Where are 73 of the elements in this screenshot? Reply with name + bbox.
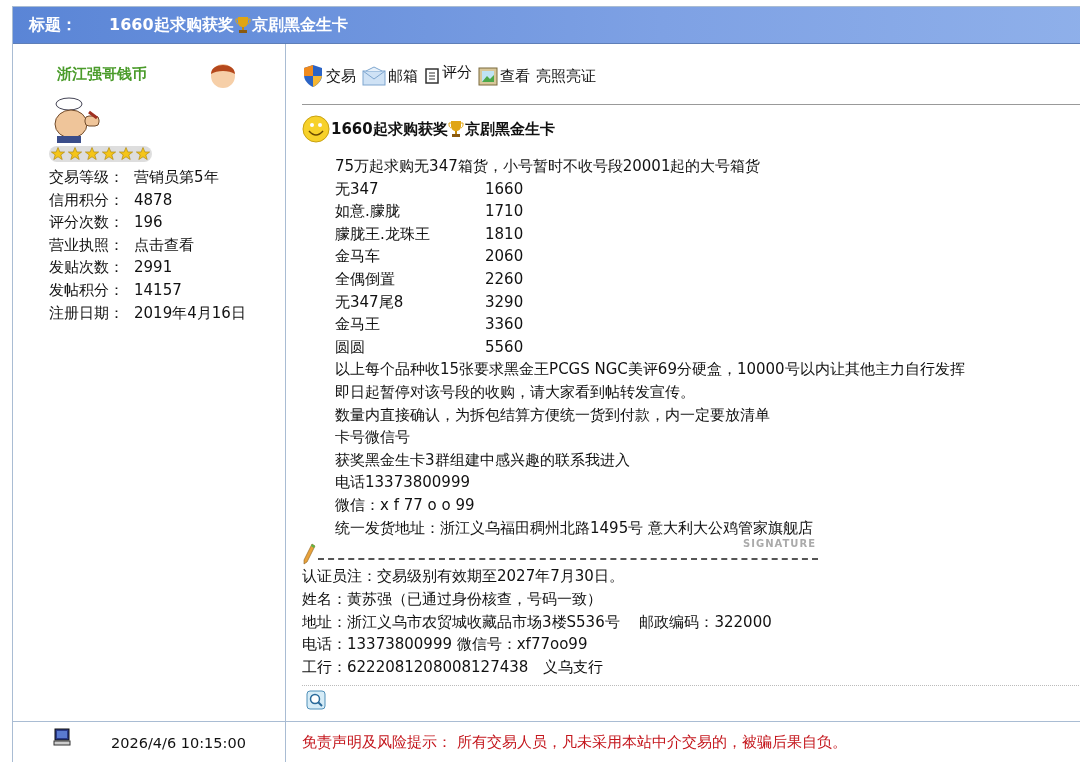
toolbar-link[interactable]: 评分 [424, 66, 472, 86]
item-name: 金马车 [335, 246, 381, 268]
item-price: 3360 [485, 314, 524, 336]
item-price: 1660 [485, 178, 524, 200]
certification-text: 姓名：黄苏强（已通过身份核查，号码一致） [302, 588, 603, 610]
item-name: 如意.朦胧 [335, 201, 401, 223]
post-title: 京剧黑金生卡 [251, 14, 348, 36]
stat-label: 发帖积分： [49, 279, 125, 301]
title-label: 标题： [29, 14, 78, 36]
toolbar-text: 亮照亮证 [536, 66, 596, 86]
stat-label: 评分次数： [49, 212, 125, 234]
certification-text: 电话：13373800999 微信号：xf77oo99 [302, 634, 589, 656]
smiley-icon [302, 115, 330, 143]
post-text: 以上每个品种收15张要求黑金王PCGS NGC美评69分硬盒，10000号以内让其他主力自行发挥 [335, 359, 966, 381]
envelope-icon [362, 66, 386, 86]
item-name: 无347尾8 [335, 291, 405, 313]
star-icon [118, 146, 134, 162]
computer-icon [53, 727, 71, 746]
post-text: 即日起暂停对该号段的收购，请大家看到帖转发宣传。 [335, 381, 696, 403]
stat-value: 营销员第5年 [134, 167, 219, 188]
item-price: 1710 [485, 201, 524, 223]
item-name: 全偶倒置 [335, 268, 396, 290]
toolbar-link[interactable]: 交易 [302, 64, 356, 88]
stat-value: 2991 [134, 257, 173, 279]
stat-value: 4878 [134, 189, 173, 211]
toolbar-link[interactable]: 邮箱 [362, 66, 418, 86]
stat-value: 14157 [134, 279, 182, 301]
disclaimer-text: 免责声明及风险提示： 所有交易人员，凡未采用本站中介交易的，被骗后果自负。 [302, 733, 847, 752]
certification-text: 工行：6222081208008127438 义乌支行 [302, 657, 605, 679]
post-text: 获奖黑金生卡3群组建中感兴趣的联系我进入 [335, 449, 631, 471]
post-text: 电话13373800999 [335, 472, 471, 494]
post-title: 1660起求购获奖 [109, 14, 234, 36]
item-name: 朦胧王.龙珠王 [335, 223, 431, 245]
star-icon [101, 146, 117, 162]
star-icon [67, 146, 83, 162]
stat-value: 2019年4月16日 [134, 302, 246, 324]
item-name: 圆圆 [335, 336, 366, 358]
trophy-icon [447, 120, 464, 138]
toolbar-link[interactable]: 查看 [478, 66, 530, 86]
post-text: 微信：x f 77 o o 99 [335, 494, 476, 516]
post-text: 卡号微信号 [335, 427, 411, 449]
stat-label: 交易等级： [49, 167, 125, 188]
picture-icon [478, 66, 498, 86]
post-text: 统一发货地址：浙江义乌福田稠州北路1495号 意大利大公鸡管家旗舰店 [335, 517, 814, 539]
item-price: 5560 [485, 336, 524, 358]
signature-label: SIGNATURE [743, 538, 816, 550]
pencil-icon [302, 543, 316, 566]
star-icon [50, 146, 66, 162]
stat-label: 营业执照： [49, 234, 125, 256]
certification-text: 认证员注：交易级别有效期至2027年7月30日。 [302, 566, 625, 588]
post-timestamp: 2026/4/6 10:15:00 [111, 734, 246, 751]
post-heading: 京剧黑金生卡 [464, 119, 555, 139]
star-icon [84, 146, 100, 162]
star-icon [135, 146, 151, 162]
document-icon [424, 67, 440, 85]
item-name: 金马王 [335, 314, 381, 336]
stat-label: 发贴次数： [49, 257, 125, 279]
item-price: 1810 [485, 223, 524, 245]
zoom-icon[interactable] [306, 690, 326, 711]
shield-icon [302, 64, 324, 88]
stat-value: 196 [134, 212, 163, 234]
post-text: 75万起求购无347箱货，小号暂时不收号段20001起的大号箱货 [335, 156, 762, 177]
trophy-icon [234, 16, 251, 34]
post-heading: 1660起求购获奖 [331, 119, 448, 139]
item-price: 2060 [485, 246, 524, 268]
stat-label: 信用积分： [49, 189, 125, 211]
post-text: 数量内直接确认，为拆包结算方便统一货到付款，内一定要放清单 [335, 404, 771, 426]
stat-value: 点击查看 [134, 234, 194, 256]
stat-label: 注册日期： [49, 302, 125, 324]
item-price: 2260 [485, 268, 524, 290]
item-name: 无347 [335, 178, 380, 200]
item-price: 3290 [485, 291, 524, 313]
certification-text: 地址：浙江义乌市农贸城收藏品市场3楼S536号 邮政编码：322000 [302, 611, 773, 633]
